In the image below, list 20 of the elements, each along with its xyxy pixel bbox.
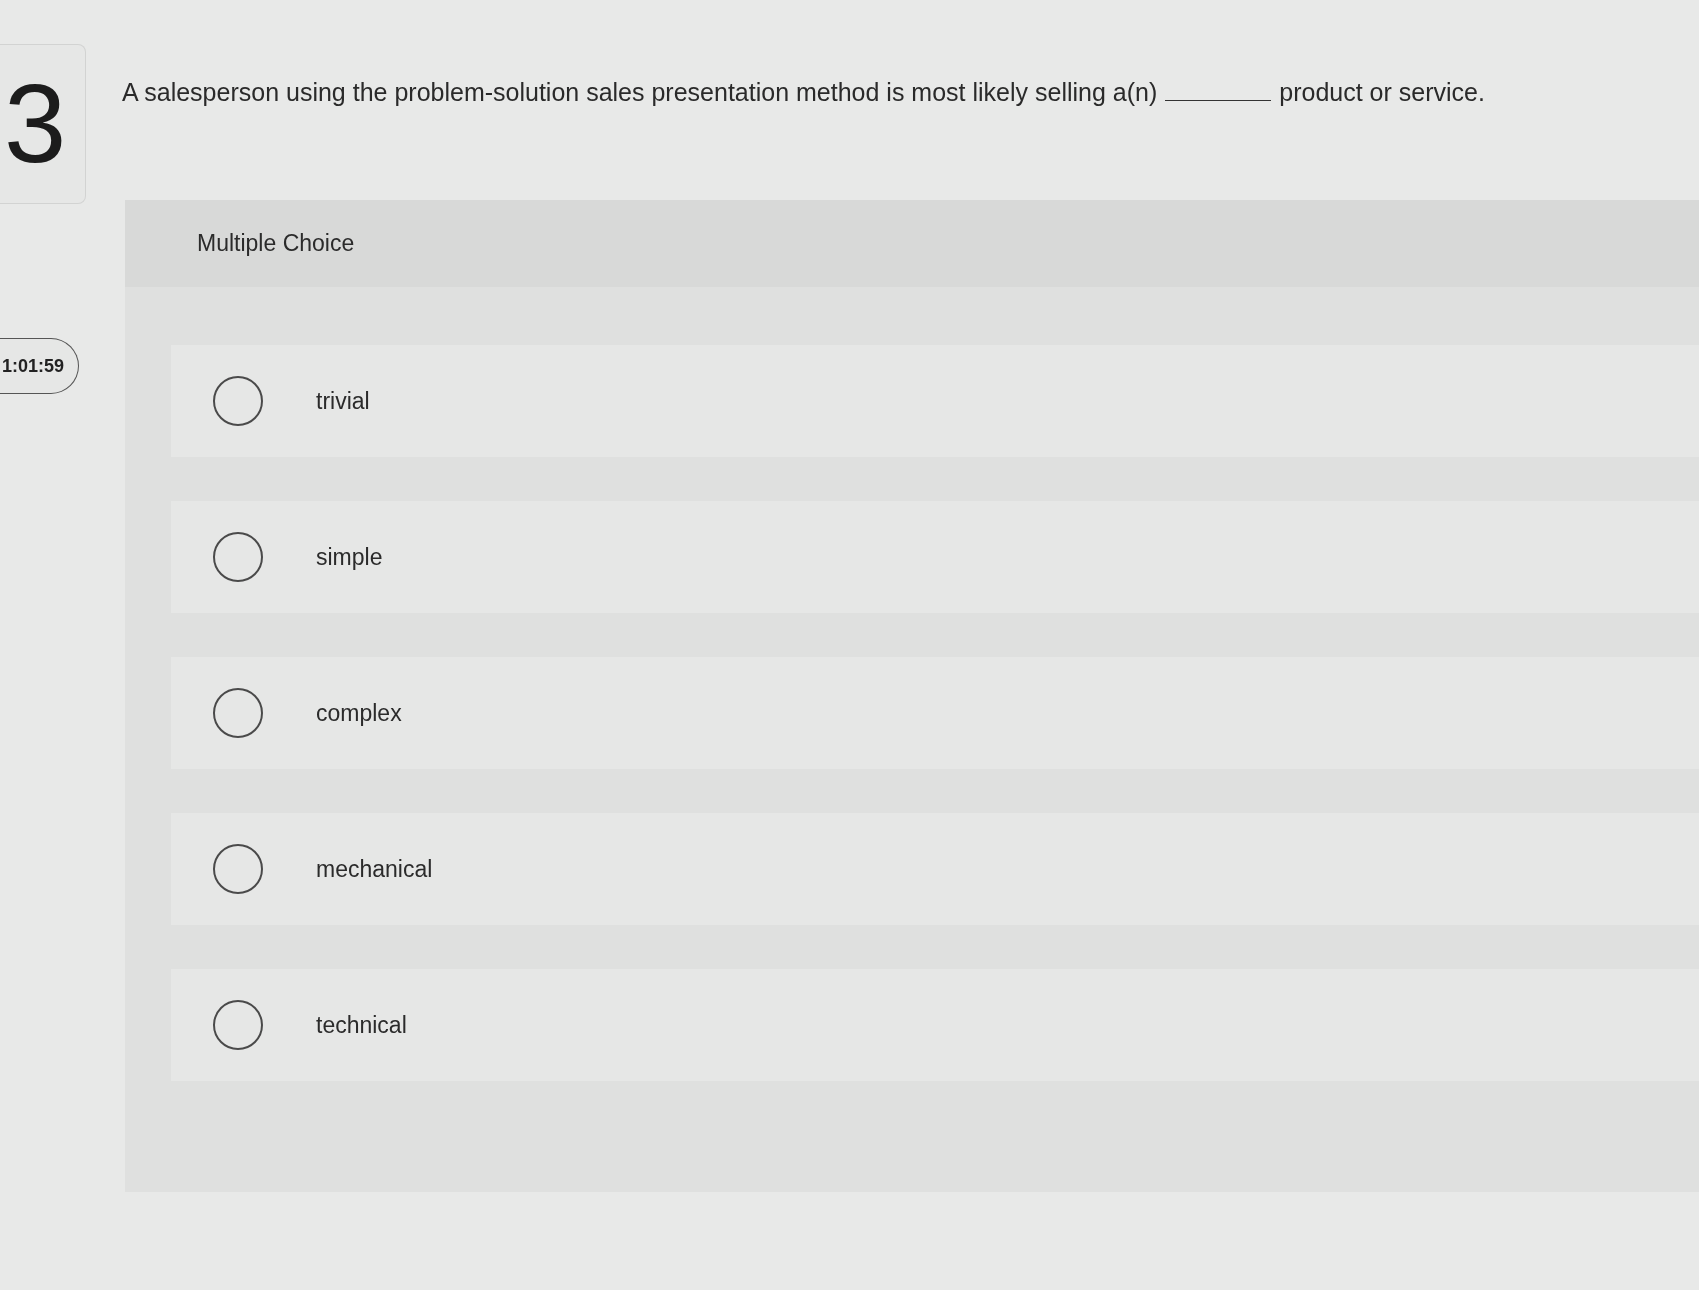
question-text: product or service.	[1279, 78, 1485, 107]
question-number: 3	[4, 68, 67, 180]
option-label: mechanical	[316, 855, 433, 883]
option-row[interactable]: mechanical	[171, 813, 1699, 925]
option-row[interactable]: simple	[171, 501, 1699, 613]
option-row[interactable]: complex	[171, 657, 1699, 769]
question-text: A salesperson using the problem-solution sales presentation method is most likely selling a(n)	[122, 78, 1158, 107]
option-label: simple	[316, 543, 383, 571]
timer-badge: 1:01:59	[0, 338, 80, 394]
radio-button[interactable]	[213, 688, 263, 738]
question-type-label: Multiple Choice	[197, 230, 355, 257]
radio-button[interactable]	[213, 1000, 263, 1050]
option-label: trivial	[316, 387, 370, 415]
option-row[interactable]: technical	[171, 969, 1699, 1081]
option-label: complex	[316, 699, 402, 727]
radio-button[interactable]	[213, 532, 263, 582]
radio-button[interactable]	[213, 376, 263, 426]
option-label: technical	[316, 1011, 407, 1039]
option-row[interactable]: trivial	[171, 345, 1699, 457]
radio-button[interactable]	[213, 844, 263, 894]
